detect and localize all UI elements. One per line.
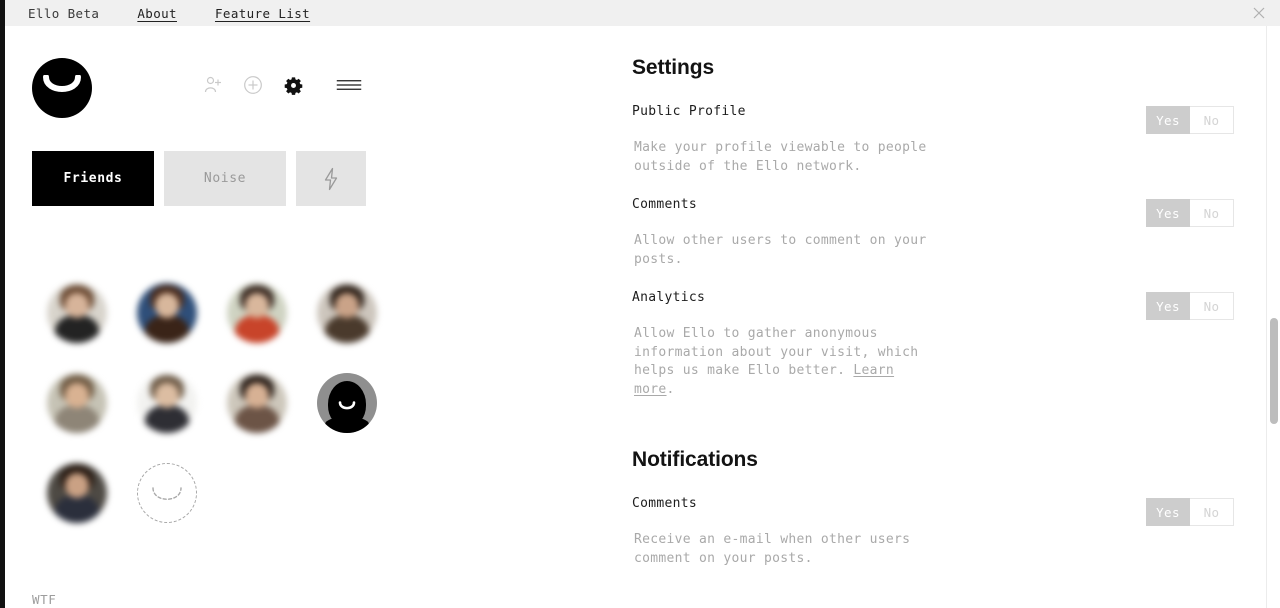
friends-avatar-grid (32, 268, 452, 538)
notifications-heading: Notifications (632, 448, 758, 471)
left-column: Friends Noise WTF (0, 26, 600, 608)
beta-topbar: Ello Beta About Feature List (0, 0, 1280, 26)
setting-description: Receive an e-mail when other users comme… (634, 532, 911, 566)
toggle-option-yes[interactable]: Yes (1146, 199, 1190, 227)
avatar-outline-placeholder (137, 463, 197, 523)
hamburger-menu-icon[interactable] (336, 72, 362, 98)
avatar (317, 283, 377, 343)
toggle-option-no[interactable]: No (1190, 292, 1234, 320)
logo-row (32, 58, 572, 118)
settings-heading: Settings (632, 56, 715, 79)
lightning-bolt-icon (322, 167, 340, 191)
avatar (47, 283, 107, 343)
scrollbar-thumb[interactable] (1270, 318, 1278, 424)
topbar-link-about[interactable]: About (137, 6, 177, 21)
avatar (227, 283, 287, 343)
setting-description: Make your profile viewable to people out… (634, 140, 927, 174)
toggle-option-no[interactable]: No (1190, 199, 1234, 227)
tab-noise[interactable]: Noise (164, 151, 286, 206)
avatar-cell[interactable] (32, 358, 122, 448)
window-left-edge (0, 0, 5, 608)
add-person-icon[interactable] (200, 72, 226, 98)
plus-circle-icon[interactable] (240, 72, 266, 98)
toggle-analytics[interactable]: Yes No (1146, 292, 1234, 320)
avatar-cell[interactable] (302, 268, 392, 358)
toggle-comments[interactable]: Yes No (1146, 199, 1234, 227)
avatar-cell[interactable] (122, 268, 212, 358)
setting-description: Allow Ello to gather anonymous informati… (634, 325, 934, 399)
avatar (137, 373, 197, 433)
gear-icon[interactable] (280, 72, 306, 98)
avatar-cell[interactable] (212, 358, 302, 448)
avatar-cell[interactable] (32, 268, 122, 358)
avatar-cell[interactable] (122, 448, 212, 538)
topbar-link-feature-list[interactable]: Feature List (215, 6, 310, 21)
avatar-cell[interactable] (122, 358, 212, 448)
topbar-brand: Ello Beta (28, 5, 100, 21)
avatar (137, 283, 197, 343)
avatar-cell[interactable] (212, 268, 302, 358)
toggle-option-no[interactable]: No (1190, 106, 1234, 134)
ello-app-window: Ello Beta About Feature List Friends Noi… (0, 0, 1280, 608)
setting-description: Allow other users to comment on your pos… (634, 233, 927, 267)
avatar (47, 463, 107, 523)
avatar-cell[interactable] (302, 358, 392, 448)
scrollbar-track[interactable] (1266, 26, 1280, 608)
tab-friends-label: Friends (63, 171, 123, 186)
toggle-public-profile[interactable]: Yes No (1146, 106, 1234, 134)
tab-lightning[interactable] (296, 151, 366, 206)
wtf-link[interactable]: WTF (32, 592, 56, 607)
tab-friends[interactable]: Friends (32, 151, 154, 206)
avatar (227, 373, 287, 433)
analytics-desc-after: . (666, 381, 675, 397)
toggle-notification-comments[interactable]: Yes No (1146, 498, 1234, 526)
toggle-option-yes[interactable]: Yes (1146, 292, 1190, 320)
toggle-option-yes[interactable]: Yes (1146, 106, 1190, 134)
toggle-option-no[interactable]: No (1190, 498, 1234, 526)
avatar-cell[interactable] (32, 448, 122, 538)
close-icon[interactable] (1252, 6, 1266, 20)
toggle-option-yes[interactable]: Yes (1146, 498, 1190, 526)
nav-icon-group (200, 72, 376, 98)
stream-tabs: Friends Noise (32, 151, 366, 206)
tab-noise-label: Noise (203, 171, 247, 186)
avatar-ello-placeholder (317, 373, 377, 433)
ello-logo-icon[interactable] (32, 58, 92, 118)
avatar (47, 373, 107, 433)
